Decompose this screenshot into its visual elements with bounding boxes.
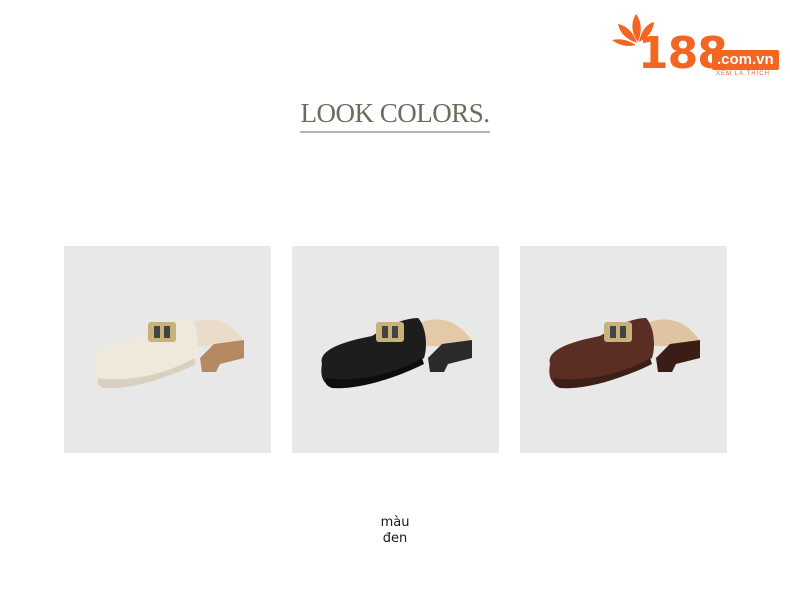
color-caption: màu đen <box>0 515 790 547</box>
page-title: LOOK COLORS. <box>0 98 790 133</box>
caption-line-1: màu <box>380 515 410 530</box>
page-title-text: LOOK COLORS. <box>300 98 490 133</box>
product-tile-black[interactable] <box>292 246 499 453</box>
caption-line-2: đen <box>382 531 408 546</box>
mule-shoe-image <box>549 318 700 389</box>
brand-logo[interactable]: 188 .com.vn XEM LÀ THÍCH <box>608 10 786 82</box>
product-tile-cream[interactable] <box>64 246 271 453</box>
product-tile-brown[interactable] <box>520 246 727 453</box>
logo-tagline: XEM LÀ THÍCH <box>716 71 770 77</box>
mule-shoe-image <box>93 318 244 389</box>
mule-shoe-image <box>321 318 472 389</box>
logo-domain: .com.vn <box>712 50 779 70</box>
